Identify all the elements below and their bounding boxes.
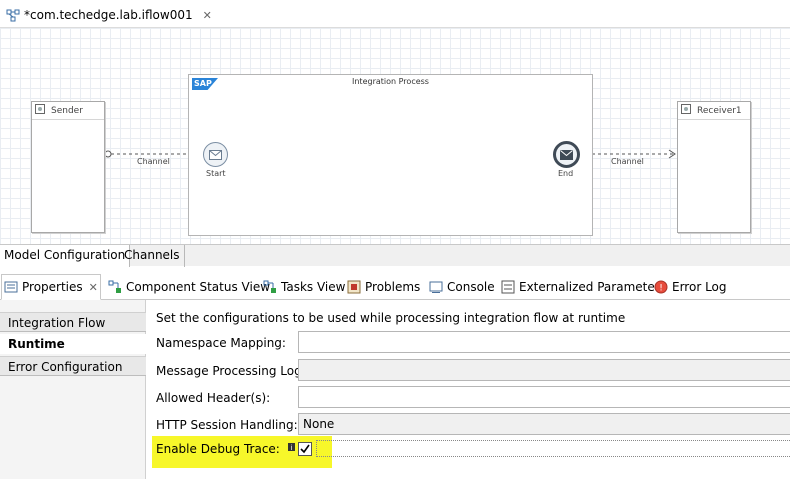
allowed-headers-field[interactable] bbox=[298, 386, 790, 408]
start-event[interactable] bbox=[203, 142, 228, 167]
focus-outline bbox=[316, 440, 790, 457]
info-icon: i bbox=[288, 440, 295, 454]
tab-tasks-view[interactable]: Tasks View bbox=[261, 274, 347, 300]
tab-component-status-label: Component Status View bbox=[126, 280, 271, 294]
end-label: End bbox=[558, 169, 574, 178]
http-session-handling-field[interactable]: None bbox=[298, 413, 790, 435]
tab-problems-label: Problems bbox=[365, 280, 421, 294]
tab-console-label: Console bbox=[447, 280, 495, 294]
tab-error-log-label: Error Log bbox=[672, 280, 727, 294]
sender-participant[interactable]: Sender bbox=[31, 101, 105, 233]
editor-tab-title: *com.techedge.lab.iflow001 bbox=[24, 8, 193, 22]
properties-icon bbox=[4, 280, 18, 294]
namespace-mapping-field[interactable] bbox=[298, 331, 790, 353]
sidebar-item-runtime-configuration[interactable]: Runtime Configuration bbox=[0, 334, 146, 371]
participant-icon bbox=[35, 104, 45, 117]
tab-channels[interactable]: Channels bbox=[120, 245, 185, 267]
properties-description: Set the configurations to be used while … bbox=[156, 311, 626, 325]
channel-label-left[interactable]: Channel bbox=[137, 157, 170, 166]
checkmark-icon bbox=[300, 444, 310, 454]
envelope-icon bbox=[209, 149, 222, 160]
iflow-icon bbox=[6, 8, 20, 22]
problems-icon bbox=[347, 280, 361, 294]
start-label: Start bbox=[206, 169, 226, 178]
close-icon[interactable]: ✕ bbox=[89, 281, 98, 294]
tab-component-status[interactable]: Component Status View bbox=[106, 274, 272, 300]
envelope-filled-icon bbox=[560, 149, 573, 160]
tab-tasks-label: Tasks View bbox=[281, 280, 346, 294]
externalized-params-icon bbox=[501, 280, 515, 294]
tab-console[interactable]: Console bbox=[427, 274, 497, 300]
sender-label: Sender bbox=[51, 105, 83, 116]
namespace-mapping-label: Namespace Mapping: bbox=[156, 336, 286, 350]
editor-tab-bar: *com.techedge.lab.iflow001 ✕ bbox=[0, 0, 790, 28]
svg-text:!: ! bbox=[659, 284, 663, 294]
close-icon[interactable]: ✕ bbox=[203, 9, 212, 22]
tab-problems[interactable]: Problems bbox=[345, 274, 422, 300]
editor-tab-iflow[interactable]: *com.techedge.lab.iflow001 ✕ bbox=[2, 3, 218, 27]
tab-externalized-label: Externalized Parameters bbox=[519, 280, 666, 294]
http-session-handling-label: HTTP Session Handling: bbox=[156, 418, 298, 432]
console-icon bbox=[429, 280, 443, 294]
integration-process[interactable]: SAP Integration Process bbox=[188, 74, 593, 236]
receiver-participant[interactable]: Receiver1 bbox=[677, 101, 751, 233]
enable-debug-trace-label: Enable Debug Trace: bbox=[156, 442, 280, 456]
svg-text:i: i bbox=[291, 444, 293, 451]
tasks-icon bbox=[263, 280, 277, 294]
component-status-icon bbox=[108, 280, 122, 294]
tab-externalized-parameters[interactable]: Externalized Parameters bbox=[499, 274, 668, 300]
tab-properties[interactable]: Properties ✕ bbox=[1, 274, 101, 300]
properties-sidebar: Integration Flow Runtime Configuration E… bbox=[0, 300, 146, 479]
end-event[interactable] bbox=[553, 141, 580, 168]
sidebar-item-integration-flow[interactable]: Integration Flow bbox=[0, 312, 146, 332]
iflow-canvas[interactable]: Sender Receiver1 SAP Integration Process… bbox=[0, 28, 790, 244]
sidebar-item-error-configuration[interactable]: Error Configuration bbox=[0, 356, 146, 376]
tab-error-log[interactable]: ! Error Log bbox=[652, 274, 729, 300]
tab-model-configuration[interactable]: Model Configuration bbox=[0, 245, 131, 267]
allowed-headers-label: Allowed Header(s): bbox=[156, 391, 271, 405]
model-tabs: Model Configuration Channels bbox=[0, 244, 790, 267]
enable-debug-trace-checkbox[interactable] bbox=[298, 442, 312, 456]
message-processing-log-label: Message Processing Log: bbox=[156, 364, 306, 378]
views-tab-bar: Properties ✕ Component Status View Tasks… bbox=[0, 274, 790, 300]
participant-icon bbox=[681, 104, 691, 117]
channel-label-right[interactable]: Channel bbox=[611, 157, 644, 166]
message-processing-log-field[interactable] bbox=[298, 359, 790, 381]
receiver-label: Receiver1 bbox=[697, 105, 742, 116]
error-log-icon: ! bbox=[654, 280, 668, 294]
tab-properties-label: Properties bbox=[22, 280, 83, 294]
process-title: Integration Process bbox=[352, 77, 429, 86]
http-session-handling-value: None bbox=[303, 417, 335, 431]
